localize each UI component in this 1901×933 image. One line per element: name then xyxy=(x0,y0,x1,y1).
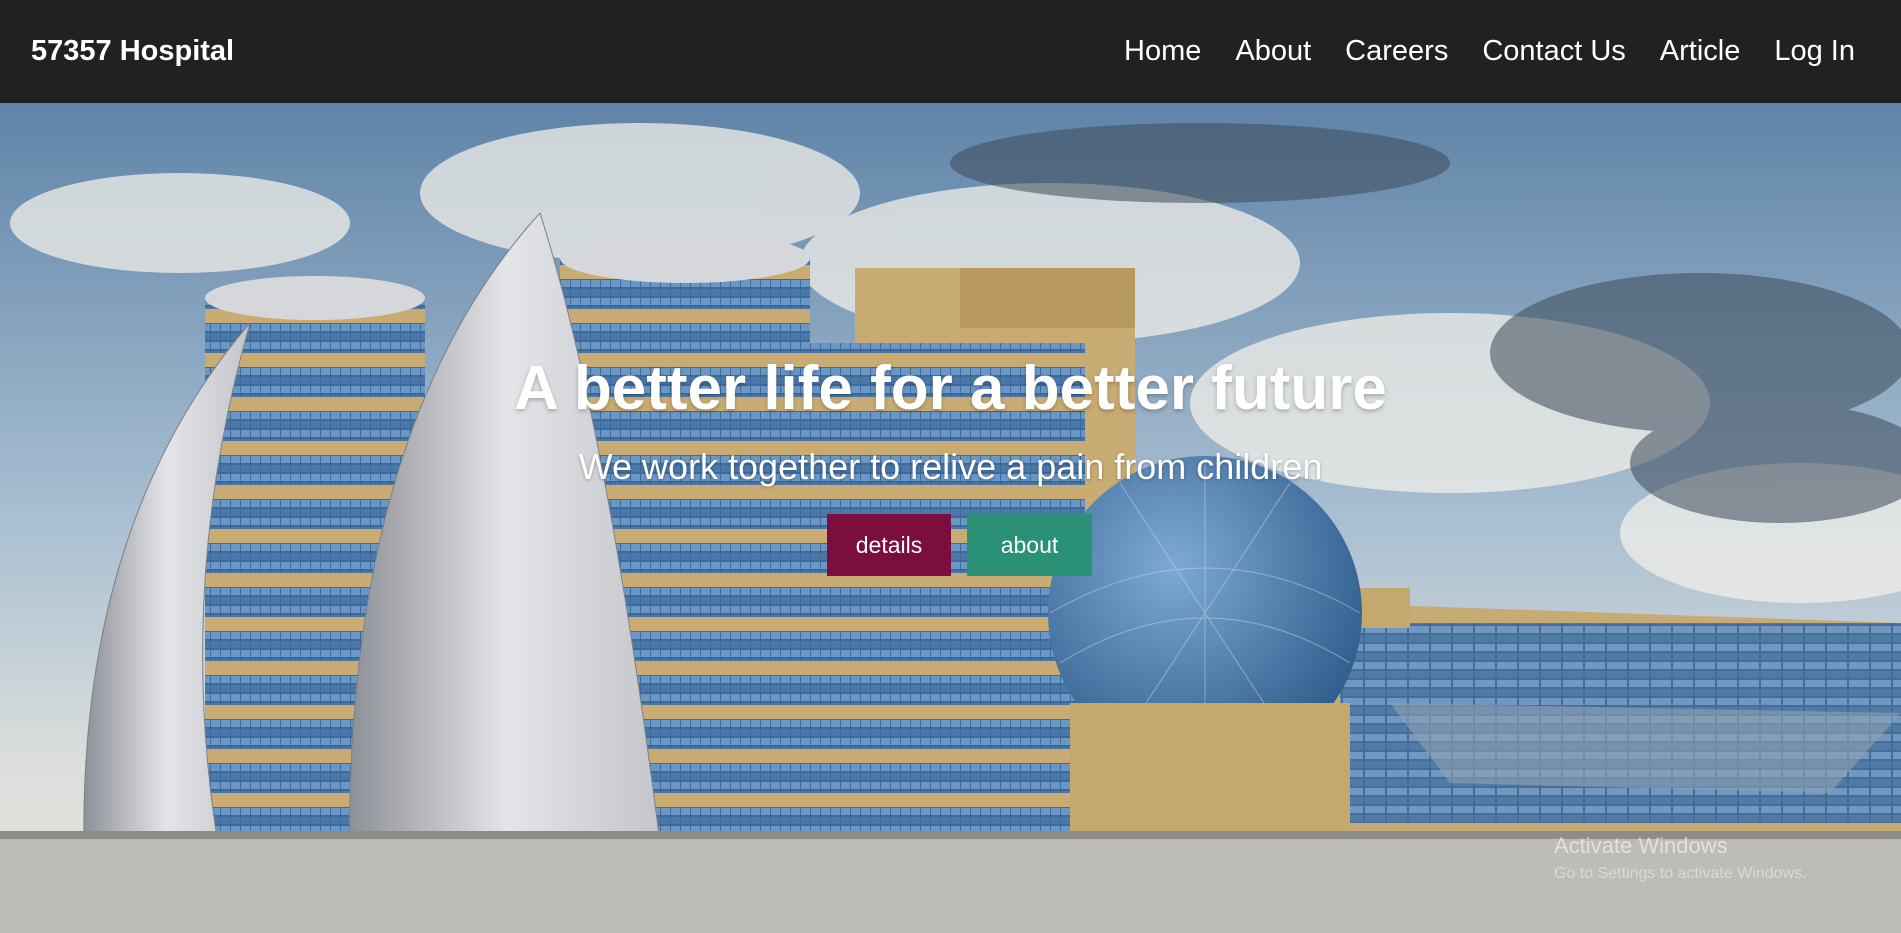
hero-section: A better life for a better future We wor… xyxy=(0,103,1901,933)
about-button[interactable]: about xyxy=(967,514,1092,576)
hero-subtitle: We work together to relive a pain from c… xyxy=(578,446,1323,487)
nav-article-link[interactable]: Article xyxy=(1660,35,1741,67)
brand-logo-link[interactable]: 57357 Hospital xyxy=(31,35,234,68)
activate-windows-watermark: Activate Windows xyxy=(1554,833,1728,858)
hero-title: A better life for a better future xyxy=(514,354,1387,423)
nav-careers-link[interactable]: Careers xyxy=(1345,35,1448,67)
nav-login-link[interactable]: Log In xyxy=(1774,35,1855,67)
activate-windows-hint: Go to Settings to activate Windows. xyxy=(1554,865,1807,882)
nav-home-link[interactable]: Home xyxy=(1124,35,1201,67)
nav-about-link[interactable]: About xyxy=(1235,35,1311,67)
nav-contact-link[interactable]: Contact Us xyxy=(1482,35,1625,67)
hero-buttons: details about xyxy=(0,514,1901,576)
nav-links: Home About Careers Contact Us Article Lo… xyxy=(1090,35,1855,68)
hero-content: A better life for a better future We wor… xyxy=(0,103,1901,933)
top-navbar: 57357 Hospital Home About Careers Contac… xyxy=(0,0,1901,103)
details-button[interactable]: details xyxy=(827,514,951,576)
